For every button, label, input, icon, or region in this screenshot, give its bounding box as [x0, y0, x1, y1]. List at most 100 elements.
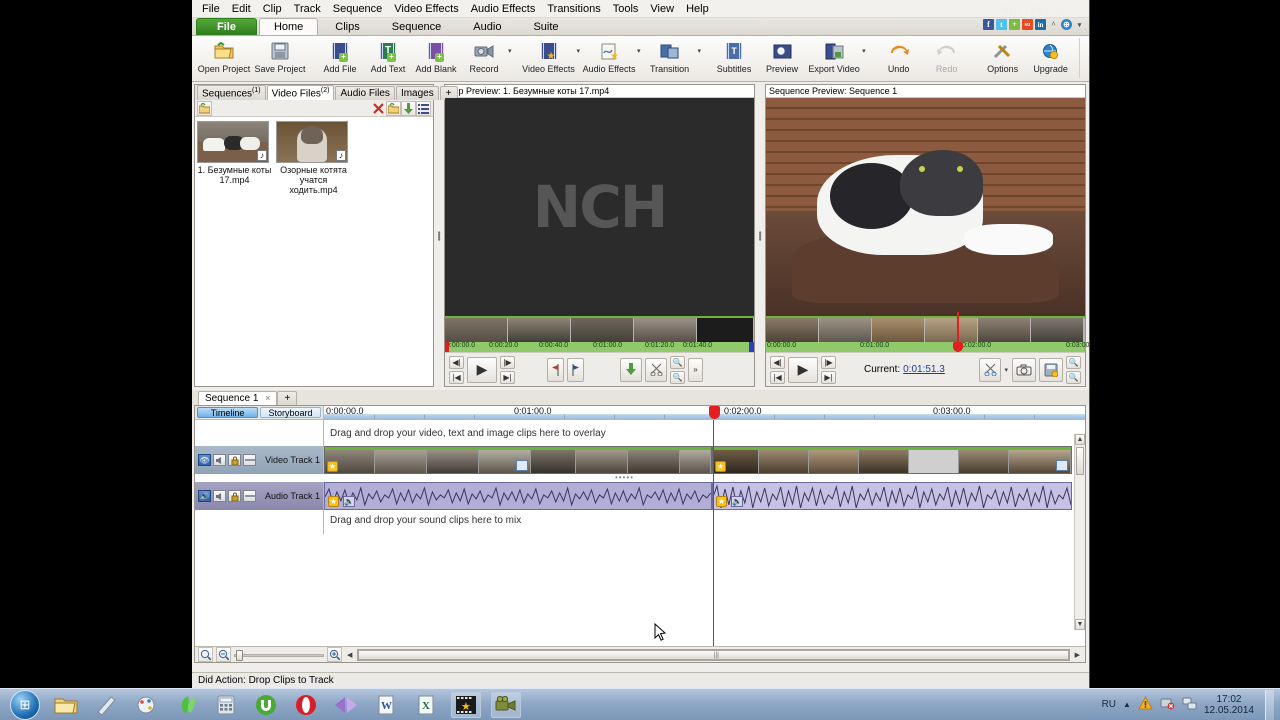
- options-button[interactable]: Options: [979, 38, 1027, 74]
- add-blank-button[interactable]: + Add Blank: [412, 38, 460, 74]
- mark-out-icon[interactable]: [567, 357, 584, 382]
- split-dropdown-icon[interactable]: ▾: [1004, 366, 1008, 374]
- transition-dropdown-icon[interactable]: ▾: [698, 47, 702, 55]
- add-file-button[interactable]: + Add File: [316, 38, 364, 74]
- clip-out-marker[interactable]: [749, 342, 754, 352]
- video-effects-button[interactable]: ★ Video Effects: [521, 38, 577, 74]
- tray-language[interactable]: RU: [1102, 699, 1116, 710]
- step-back-icon[interactable]: ◀|: [770, 355, 785, 369]
- scroll-up-icon[interactable]: ▲: [1075, 434, 1085, 445]
- audio-clip-1[interactable]: ★ 🔈: [324, 482, 712, 510]
- menu-item-clip[interactable]: Clip: [257, 1, 288, 17]
- effect-star-icon[interactable]: ★: [716, 496, 727, 507]
- taskbar-clock[interactable]: 17:02 12.05.2014: [1204, 694, 1254, 716]
- zoom-out-icon[interactable]: 🔍: [670, 370, 685, 384]
- zoom-slider[interactable]: [234, 649, 324, 661]
- audio-clip-2[interactable]: ★ 🔈: [712, 482, 1072, 510]
- snapshot-camera-icon[interactable]: [1012, 357, 1036, 382]
- menu-item-tools[interactable]: Tools: [607, 1, 645, 17]
- menu-item-help[interactable]: Help: [680, 1, 715, 17]
- list-view-icon[interactable]: [416, 100, 431, 116]
- split-scissors-icon[interactable]: [979, 357, 1002, 382]
- bin-tab-sequences[interactable]: Sequences(1): [197, 84, 266, 100]
- video-effects-dropdown-icon[interactable]: ▾: [577, 47, 581, 55]
- sequence-tab-1[interactable]: Sequence 1 ×: [198, 391, 278, 405]
- dropdown-icon[interactable]: ▾: [1074, 19, 1085, 30]
- overlay-drop-area[interactable]: Drag and drop your video, text and image…: [323, 420, 1085, 446]
- export-video-button[interactable]: Export Video: [806, 38, 862, 74]
- panel-splitter-left[interactable]: •••••: [435, 84, 444, 387]
- track-resize-grip[interactable]: •••••: [615, 474, 634, 482]
- subtitles-button[interactable]: T Subtitles: [710, 38, 758, 74]
- sequence-tab-add-button[interactable]: +: [277, 391, 298, 405]
- zoom-in-icon[interactable]: [327, 647, 342, 662]
- notepad-icon[interactable]: [91, 692, 121, 718]
- scroll-down-icon[interactable]: ▼: [1075, 619, 1085, 630]
- clip-preview-filmstrip[interactable]: 0:00:00.0 0:00:20.0 0:00:40.0 0:01:00.0 …: [445, 316, 754, 352]
- bin-item[interactable]: ♪ 1. Безумные коты 17.mp4: [197, 121, 272, 195]
- mark-in-icon[interactable]: [547, 357, 564, 382]
- sequence-preview-filmstrip[interactable]: 0:00:00.0 0:01:00.0 0:02:00.0 0:03:00.0: [766, 312, 1089, 352]
- mute-icon[interactable]: [213, 490, 226, 502]
- play-icon[interactable]: ▶: [788, 356, 818, 383]
- video-track-row[interactable]: 👁 Video Track 1 ★ ★: [195, 446, 1085, 474]
- slider-icon[interactable]: [243, 490, 256, 502]
- effect-star-icon[interactable]: ★: [715, 461, 726, 472]
- lock-icon[interactable]: [228, 490, 241, 502]
- google-plus-icon[interactable]: +: [1009, 19, 1020, 30]
- bin-tab-images[interactable]: Images: [395, 86, 439, 100]
- split-scissors-icon[interactable]: [645, 357, 667, 382]
- step-forward-icon[interactable]: |▶: [500, 355, 515, 369]
- lock-icon[interactable]: [228, 454, 241, 466]
- zoom-slider-knob[interactable]: [236, 649, 243, 661]
- menu-item-view[interactable]: View: [644, 1, 680, 17]
- network-icon[interactable]: [1182, 696, 1197, 713]
- show-desktop-button[interactable]: [1265, 689, 1274, 720]
- excel-icon[interactable]: X: [411, 692, 441, 718]
- warning-icon[interactable]: [1138, 695, 1153, 713]
- menu-item-audio-effects[interactable]: Audio Effects: [465, 1, 542, 17]
- stumbleupon-icon[interactable]: su: [1022, 19, 1033, 30]
- windows-start-icon[interactable]: ⊞: [10, 689, 40, 720]
- export-video-dropdown-icon[interactable]: ▾: [862, 47, 866, 55]
- go-end-icon[interactable]: ▶|: [821, 370, 836, 384]
- bin-tab-video-files[interactable]: Video Files(2): [266, 84, 335, 100]
- videopad-icon[interactable]: ★: [451, 691, 481, 718]
- menu-item-sequence[interactable]: Sequence: [327, 1, 389, 17]
- open-project-button[interactable]: Open Project: [196, 38, 252, 74]
- video-clip-1[interactable]: ★: [324, 446, 712, 474]
- timeline-mode-button[interactable]: Timeline: [197, 407, 258, 418]
- storyboard-mode-button[interactable]: Storyboard: [260, 407, 321, 418]
- audio-track-row[interactable]: 🔊 Audio Track 1 ★ 🔈 ★ 🔈: [195, 482, 1085, 510]
- preview-button[interactable]: Preview: [758, 38, 806, 74]
- scroll-right-icon[interactable]: ▶: [1073, 651, 1082, 659]
- play-icon[interactable]: ▶: [467, 356, 497, 383]
- sequence-preview-stage[interactable]: [766, 98, 1085, 316]
- linkedin-icon[interactable]: in: [1035, 19, 1046, 30]
- audio-mute-icon[interactable]: 🔈: [731, 496, 743, 507]
- audio-track-header[interactable]: 🔊 Audio Track 1: [195, 482, 323, 510]
- facebook-icon[interactable]: f: [983, 19, 994, 30]
- go-start-icon[interactable]: |◀: [770, 370, 785, 384]
- globe-icon[interactable]: ⊕: [1061, 19, 1072, 30]
- mute-icon[interactable]: [213, 454, 226, 466]
- eye-visible-icon[interactable]: 👁: [198, 454, 211, 466]
- open-folder-icon[interactable]: [386, 100, 401, 116]
- audio-mute-icon[interactable]: 🔈: [343, 496, 355, 507]
- undo-button[interactable]: Undo: [875, 38, 923, 74]
- import-icon[interactable]: [197, 100, 212, 116]
- menu-item-video-effects[interactable]: Video Effects: [388, 1, 464, 17]
- menu-item-edit[interactable]: Edit: [226, 1, 257, 17]
- download-arrow-icon[interactable]: [401, 100, 416, 116]
- timeline-playhead-handle[interactable]: [709, 406, 720, 419]
- media-player-icon[interactable]: [331, 692, 361, 718]
- nch-suite-button[interactable]: NCH Suite: [1084, 38, 1089, 74]
- download-icon[interactable]: [620, 357, 642, 382]
- zoom-in-icon[interactable]: 🔍: [670, 355, 685, 369]
- clip-playhead[interactable]: [445, 342, 449, 352]
- ribbon-tab-file[interactable]: File: [196, 18, 257, 35]
- timeline-playhead[interactable]: [713, 420, 714, 646]
- zoom-fit-icon[interactable]: [198, 647, 213, 662]
- current-time-value[interactable]: 0:01:51.3: [903, 364, 945, 375]
- more-icon[interactable]: »: [688, 357, 703, 382]
